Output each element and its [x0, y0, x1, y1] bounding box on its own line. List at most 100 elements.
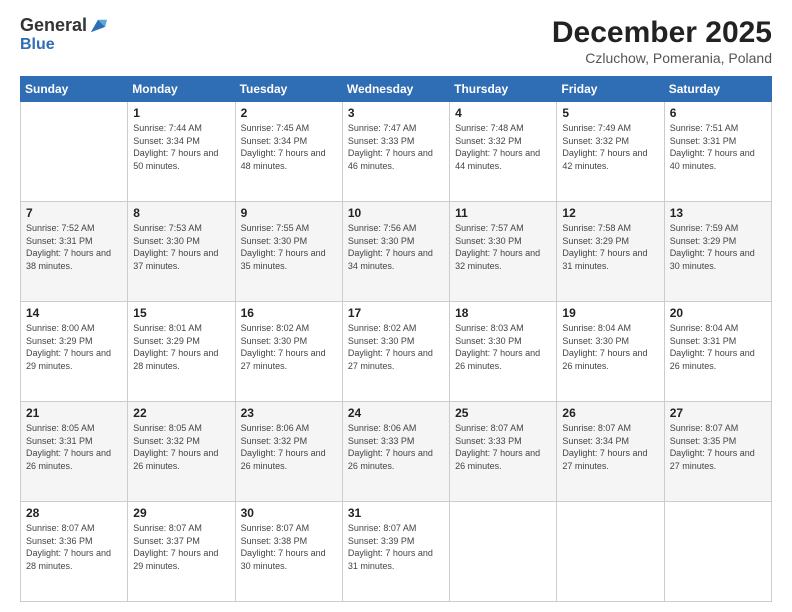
day-cell-14: 14Sunrise: 8:00 AMSunset: 3:29 PMDayligh… — [21, 302, 128, 402]
week-row-5: 28 Sunrise: 8:07 AMSunset: 3:36 PMDayligh… — [21, 502, 772, 602]
day-cell-25: 25Sunrise: 8:07 AMSunset: 3:33 PMDayligh… — [450, 402, 557, 502]
sunrise-text: Sunrise: 8:07 AM — [133, 523, 202, 533]
sunrise-text: Sunrise: 8:00 AM — [26, 323, 95, 333]
sunrise-text: Sunrise: 8:02 AM — [348, 323, 417, 333]
daylight-text: Daylight: 7 hours and 29 minutes. — [26, 348, 111, 371]
title-block: December 2025 Czluchow, Pomerania, Polan… — [552, 16, 772, 66]
day-number: 26 — [562, 406, 658, 420]
sunset-text: Sunset: 3:33 PM — [348, 436, 415, 446]
daylight-text: Daylight: 7 hours and 27 minutes. — [562, 448, 647, 471]
calendar-table: Sunday Monday Tuesday Wednesday Thursday… — [20, 76, 772, 602]
sunrise-text: Sunrise: 8:07 AM — [348, 523, 417, 533]
day-cell-30: 30Sunrise: 8:07 AMSunset: 3:38 PMDayligh… — [235, 502, 342, 602]
sunrise-text: Sunrise: 7:44 AM — [133, 123, 202, 133]
day-number: 24 — [348, 406, 444, 420]
day-number: 16 — [241, 306, 337, 320]
sunrise-text: Sunrise: 8:04 AM — [670, 323, 739, 333]
sunset-text: Sunset: 3:31 PM — [670, 336, 737, 346]
day-cell-33 — [557, 502, 664, 602]
day-details: Sunrise: 8:04 AMSunset: 3:31 PMDaylight:… — [670, 322, 766, 372]
day-cell-19: 19Sunrise: 8:04 AMSunset: 3:30 PMDayligh… — [557, 302, 664, 402]
day-cell-9: 9Sunrise: 7:55 AMSunset: 3:30 PMDaylight… — [235, 202, 342, 302]
sunrise-text: Sunrise: 8:07 AM — [455, 423, 524, 433]
daylight-text: Daylight: 7 hours and 28 minutes. — [26, 548, 111, 571]
day-cell-11: 11Sunrise: 7:57 AMSunset: 3:30 PMDayligh… — [450, 202, 557, 302]
day-details: Sunrise: 7:52 AMSunset: 3:31 PMDaylight:… — [26, 222, 122, 272]
day-details: Sunrise: 7:44 AMSunset: 3:34 PMDaylight:… — [133, 122, 229, 172]
day-details: Sunrise: 7:51 AMSunset: 3:31 PMDaylight:… — [670, 122, 766, 172]
calendar-header-row: Sunday Monday Tuesday Wednesday Thursday… — [21, 77, 772, 102]
day-details: Sunrise: 7:53 AMSunset: 3:30 PMDaylight:… — [133, 222, 229, 272]
day-number: 20 — [670, 306, 766, 320]
col-saturday: Saturday — [664, 77, 771, 102]
day-cell-20: 20Sunrise: 8:04 AMSunset: 3:31 PMDayligh… — [664, 302, 771, 402]
daylight-text: Daylight: 7 hours and 27 minutes. — [348, 348, 433, 371]
day-number: 5 — [562, 106, 658, 120]
day-number: 18 — [455, 306, 551, 320]
week-row-4: 21Sunrise: 8:05 AMSunset: 3:31 PMDayligh… — [21, 402, 772, 502]
daylight-text: Daylight: 7 hours and 46 minutes. — [348, 148, 433, 171]
day-details: Sunrise: 8:02 AMSunset: 3:30 PMDaylight:… — [241, 322, 337, 372]
sunset-text: Sunset: 3:31 PM — [26, 236, 93, 246]
daylight-text: Daylight: 7 hours and 26 minutes. — [26, 448, 111, 471]
day-cell-31: 31Sunrise: 8:07 AMSunset: 3:39 PMDayligh… — [342, 502, 449, 602]
sunset-text: Sunset: 3:39 PM — [348, 536, 415, 546]
col-monday: Monday — [128, 77, 235, 102]
day-number: 22 — [133, 406, 229, 420]
sunrise-text: Sunrise: 8:05 AM — [26, 423, 95, 433]
day-details: Sunrise: 7:55 AMSunset: 3:30 PMDaylight:… — [241, 222, 337, 272]
sunset-text: Sunset: 3:30 PM — [562, 336, 629, 346]
day-cell-22: 22Sunrise: 8:05 AMSunset: 3:32 PMDayligh… — [128, 402, 235, 502]
sunset-text: Sunset: 3:30 PM — [455, 236, 522, 246]
col-wednesday: Wednesday — [342, 77, 449, 102]
sunset-text: Sunset: 3:33 PM — [348, 136, 415, 146]
day-cell-12: 12Sunrise: 7:58 AMSunset: 3:29 PMDayligh… — [557, 202, 664, 302]
sunrise-text: Sunrise: 8:06 AM — [241, 423, 310, 433]
day-cell-4: 4Sunrise: 7:48 AMSunset: 3:32 PMDaylight… — [450, 102, 557, 202]
sunset-text: Sunset: 3:30 PM — [133, 236, 200, 246]
day-cell-27: 27Sunrise: 8:07 AMSunset: 3:35 PMDayligh… — [664, 402, 771, 502]
sunset-text: Sunset: 3:34 PM — [133, 136, 200, 146]
day-details: Sunrise: 8:05 AM Sunset: 3:31 PM Daylight:… — [26, 422, 122, 472]
day-details: Sunrise: 8:07 AMSunset: 3:37 PMDaylight:… — [133, 522, 229, 572]
sunrise-text: Sunrise: 7:56 AM — [348, 223, 417, 233]
logo-text-blue: Blue — [20, 36, 55, 53]
sunset-text: Sunset: 3:34 PM — [241, 136, 308, 146]
sunrise-text: Sunrise: 7:45 AM — [241, 123, 310, 133]
daylight-text: Daylight: 7 hours and 26 minutes. — [562, 348, 647, 371]
sunset-text: Sunset: 3:38 PM — [241, 536, 308, 546]
day-details: Sunrise: 8:06 AMSunset: 3:32 PMDaylight:… — [241, 422, 337, 472]
day-details: Sunrise: 8:07 AMSunset: 3:36 PMDaylight:… — [26, 522, 122, 572]
day-details: Sunrise: 7:47 AMSunset: 3:33 PMDaylight:… — [348, 122, 444, 172]
day-number: 29 — [133, 506, 229, 520]
subtitle: Czluchow, Pomerania, Poland — [552, 50, 772, 66]
day-number: 14 — [26, 306, 122, 320]
daylight-text: Daylight: 7 hours and 42 minutes. — [562, 148, 647, 171]
col-tuesday: Tuesday — [235, 77, 342, 102]
daylight-text: Daylight: 7 hours and 32 minutes. — [455, 248, 540, 271]
logo: General Blue — [20, 16, 107, 54]
daylight-text: Daylight: 7 hours and 27 minutes. — [670, 448, 755, 471]
day-details: Sunrise: 8:06 AMSunset: 3:33 PMDaylight:… — [348, 422, 444, 472]
sunset-text: Sunset: 3:29 PM — [133, 336, 200, 346]
day-details: Sunrise: 7:59 AMSunset: 3:29 PMDaylight:… — [670, 222, 766, 272]
week-row-1: 1Sunrise: 7:44 AMSunset: 3:34 PMDaylight… — [21, 102, 772, 202]
sunset-text: Sunset: 3:29 PM — [670, 236, 737, 246]
sunset-text: Sunset: 3:29 PM — [562, 236, 629, 246]
sunset-text: Sunset: 3:31 PM — [26, 436, 93, 446]
day-number: 28 — [26, 506, 122, 520]
week-row-3: 14 Sunrise: 8:00 AM Sunset: 3:29 PM Dayligh… — [21, 302, 772, 402]
day-number: 4 — [455, 106, 551, 120]
day-number: 2 — [241, 106, 337, 120]
sunrise-text: Sunrise: 7:53 AM — [133, 223, 202, 233]
sunrise-text: Sunrise: 8:02 AM — [241, 323, 310, 333]
sunset-text: Sunset: 3:32 PM — [562, 136, 629, 146]
daylight-text: Daylight: 7 hours and 29 minutes. — [133, 548, 218, 571]
sunrise-text: Sunrise: 8:05 AM — [133, 423, 202, 433]
sunset-text: Sunset: 3:35 PM — [670, 436, 737, 446]
sunset-text: Sunset: 3:32 PM — [133, 436, 200, 446]
week-row-2: 7Sunrise: 7:52 AMSunset: 3:31 PMDaylight… — [21, 202, 772, 302]
day-details: Sunrise: 8:01 AMSunset: 3:29 PMDaylight:… — [133, 322, 229, 372]
day-number: 15 — [133, 306, 229, 320]
day-details: Sunrise: 8:07 AMSunset: 3:38 PMDaylight:… — [241, 522, 337, 572]
